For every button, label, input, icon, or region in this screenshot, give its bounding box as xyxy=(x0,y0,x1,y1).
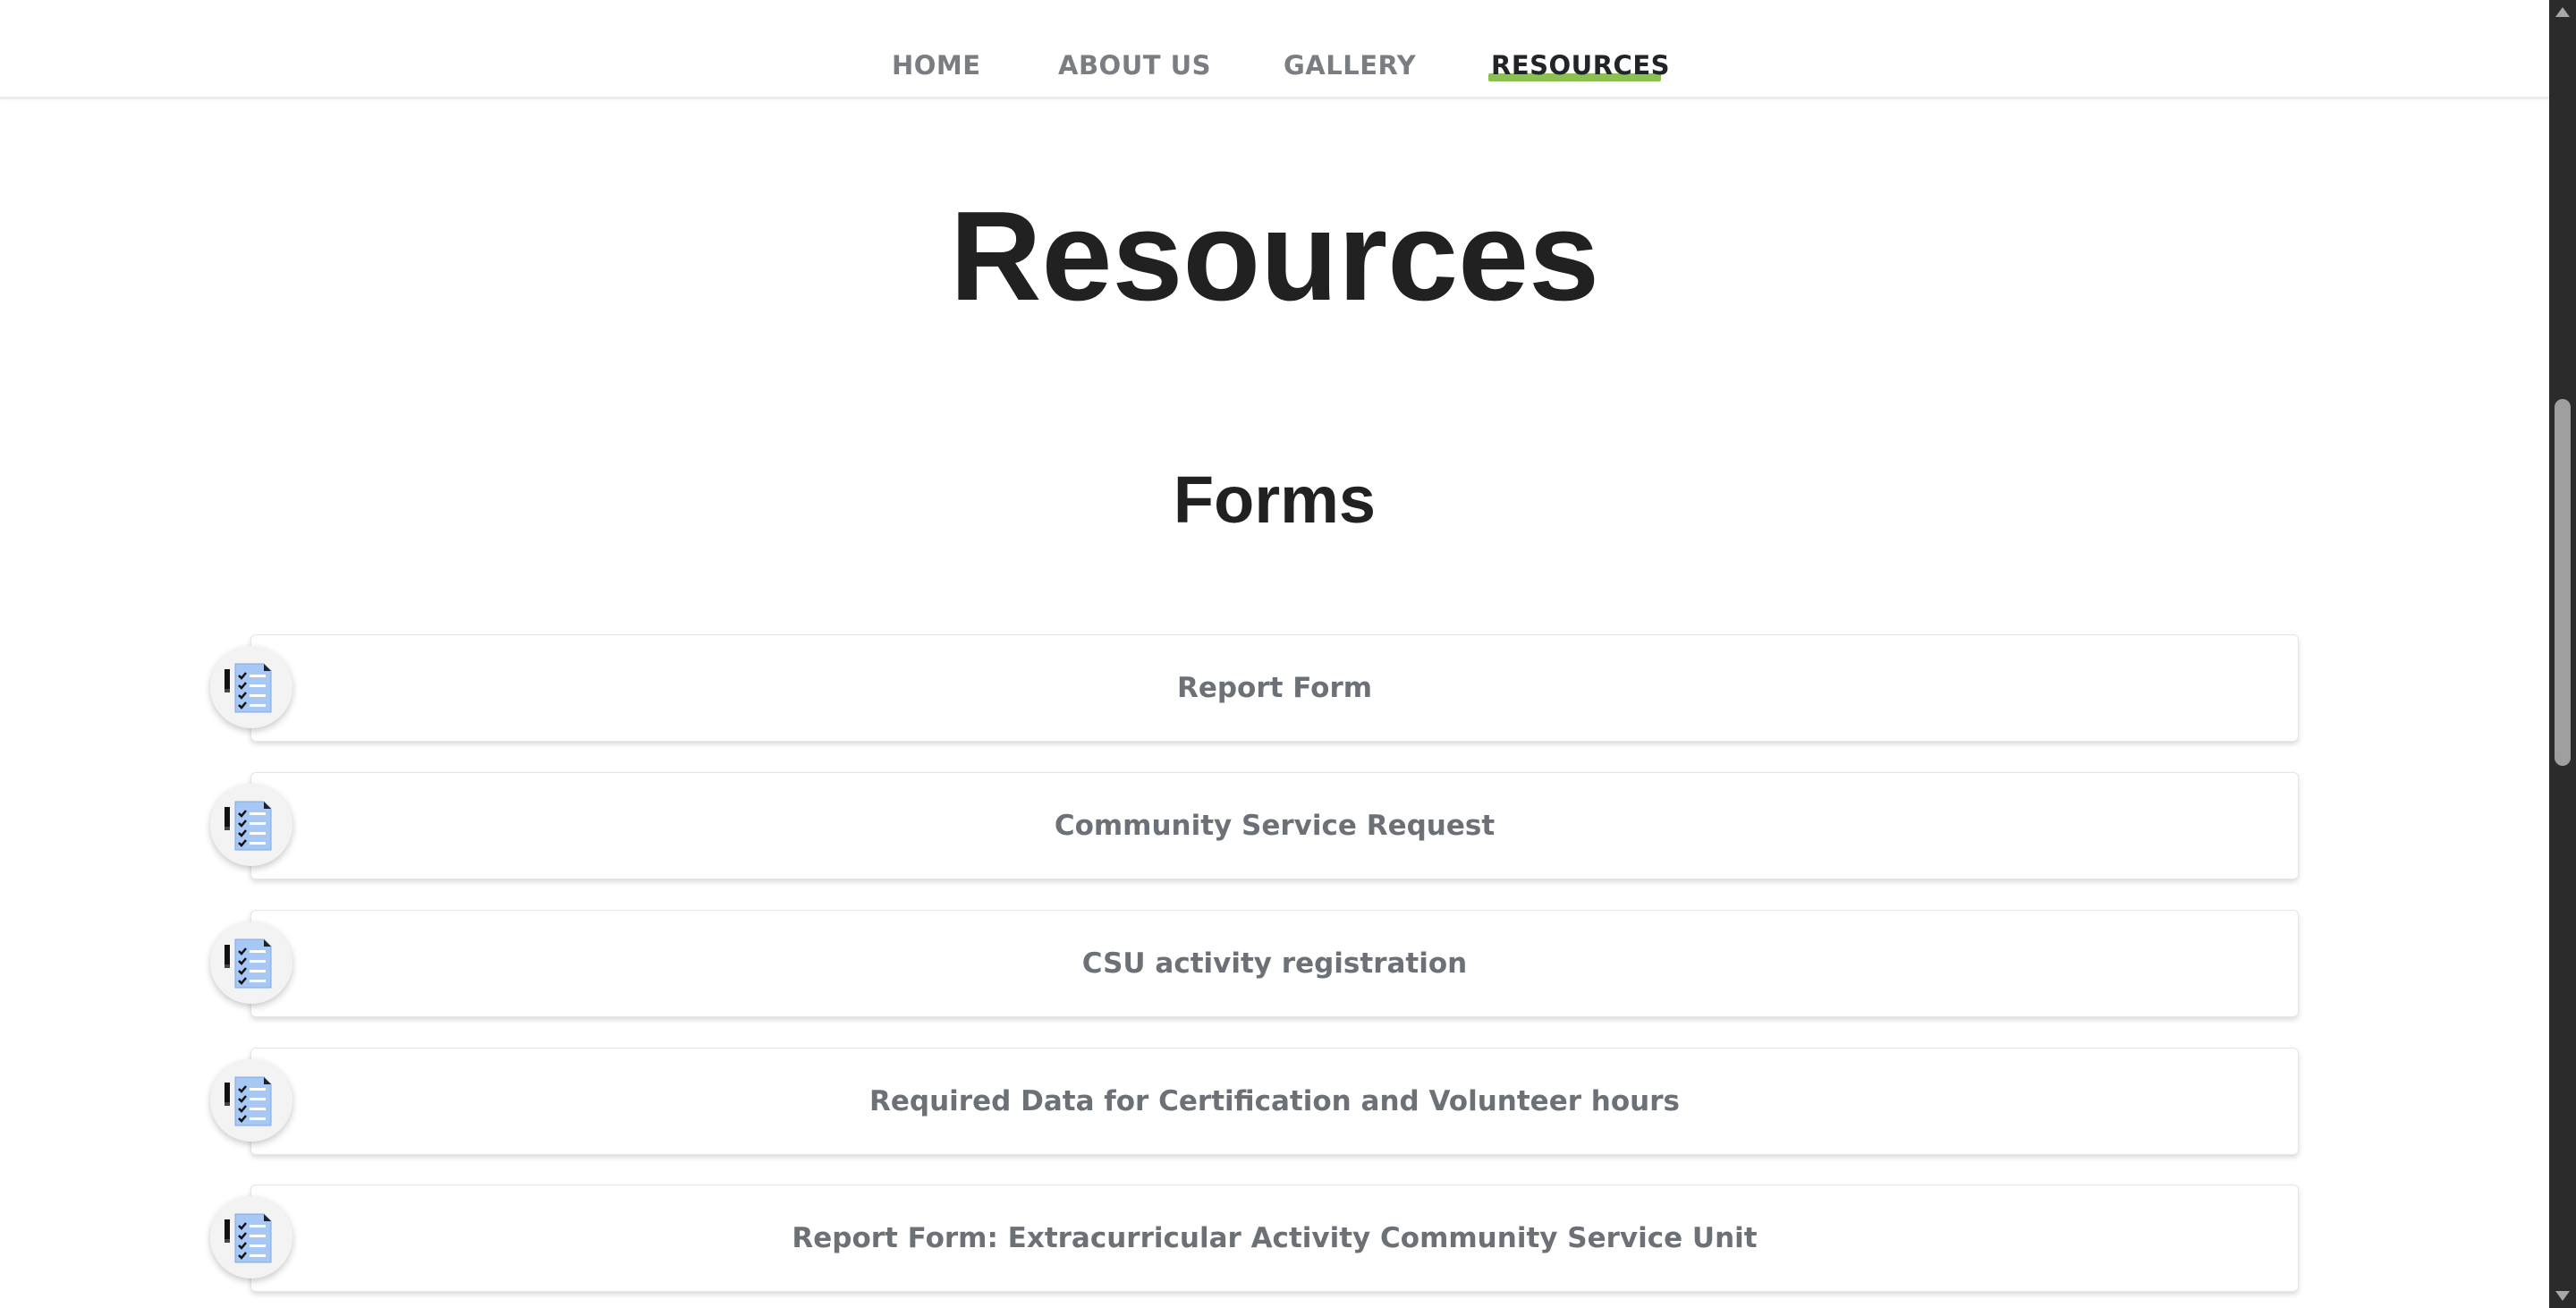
nav-resources-link[interactable]: RESOURCES xyxy=(1491,50,1670,81)
form-link-label: Community Service Request xyxy=(1054,810,1496,842)
form-link-label: CSU activity registration xyxy=(1081,947,1468,980)
page-viewport: HOME ABOUT US GALLERY RESOURCES Resource… xyxy=(0,0,2549,1308)
checklist-document-icon xyxy=(210,922,292,1004)
nav-about-us-link[interactable]: ABOUT US xyxy=(1058,50,1211,81)
form-link-label: Report Form: Extracurricular Activity Co… xyxy=(792,1222,1758,1254)
form-link-community-service-request[interactable]: Community Service Request xyxy=(250,772,2299,879)
form-link-label: Required Data for Certification and Volu… xyxy=(869,1085,1680,1117)
scroll-down-arrow-icon[interactable] xyxy=(2555,1291,2570,1301)
checklist-document-icon xyxy=(210,1059,292,1142)
form-link-label: Report Form xyxy=(1176,672,1373,704)
form-link-required-data-certification[interactable]: Required Data for Certification and Volu… xyxy=(250,1048,2299,1155)
forms-section-title: Forms xyxy=(1173,463,1377,537)
checklist-document-icon xyxy=(210,1196,292,1278)
form-link-report-form[interactable]: Report Form xyxy=(250,634,2299,742)
form-link-csu-activity-registration[interactable]: CSU activity registration xyxy=(250,910,2299,1017)
scroll-up-arrow-icon[interactable] xyxy=(2555,7,2570,17)
vertical-scrollbar[interactable] xyxy=(2549,0,2576,1308)
form-link-extracurricular-report-form[interactable]: Report Form: Extracurricular Activity Co… xyxy=(250,1185,2299,1292)
nav-home-link[interactable]: HOME xyxy=(892,50,981,81)
scrollbar-thumb[interactable] xyxy=(2555,399,2571,766)
checklist-document-icon xyxy=(210,784,292,866)
top-navigation: HOME ABOUT US GALLERY RESOURCES xyxy=(0,0,2549,99)
nav-gallery-link[interactable]: GALLERY xyxy=(1284,50,1416,81)
checklist-document-icon xyxy=(210,646,292,728)
page-title: Resources xyxy=(949,185,1600,327)
